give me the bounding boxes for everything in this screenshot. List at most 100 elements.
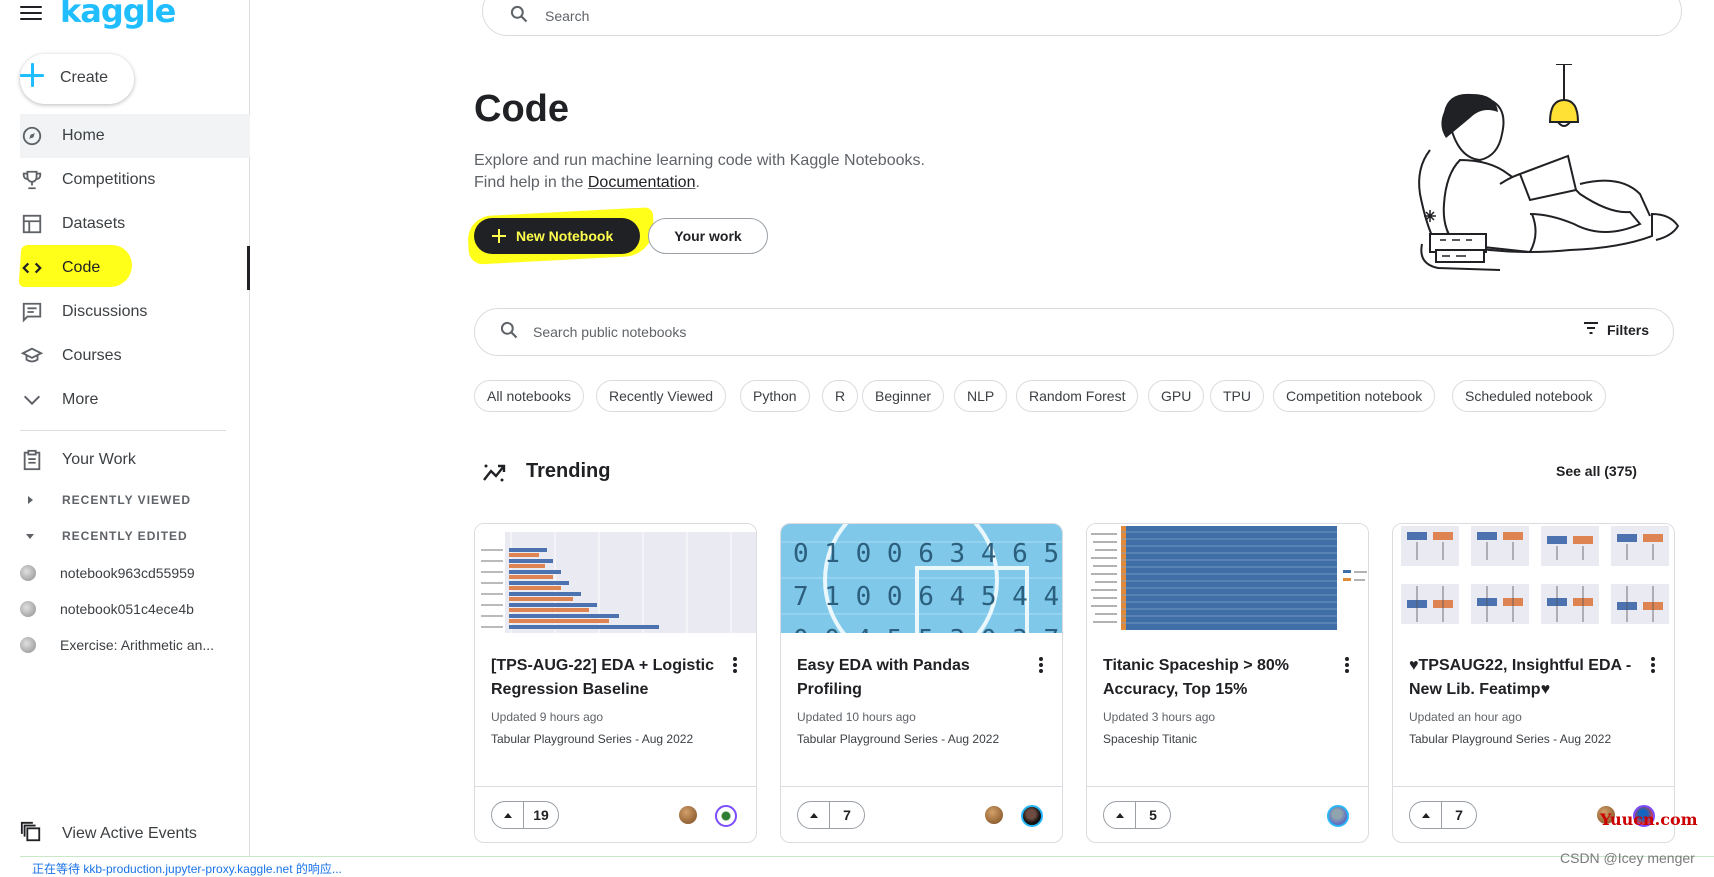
notebook-search-input[interactable]: Search public notebooks Filters (474, 308, 1674, 356)
notebook-title[interactable]: Easy EDA with Pandas Profiling (797, 654, 1027, 702)
stack-icon (20, 821, 42, 848)
description-suffix: . (695, 174, 700, 191)
notebook-updated: Updated 3 hours ago (1103, 710, 1216, 724)
description-line-2: Find help in the Documentation. (474, 172, 925, 194)
your-work-button[interactable]: Your work (648, 218, 768, 254)
comments-icon (20, 300, 44, 324)
vote-count: 19 (533, 807, 549, 823)
sidebar-item-your-work[interactable]: Your Work (20, 438, 250, 482)
recent-item-label: Exercise: Arithmetic an... (60, 637, 215, 653)
arrow-up-icon (798, 802, 830, 828)
sidebar-item-datasets[interactable]: Datasets (20, 202, 250, 246)
notebook-title[interactable]: [TPS-AUG-22] EDA + Logistic Regression B… (491, 654, 721, 702)
clipboard-icon (20, 448, 44, 472)
chip-all-notebooks[interactable]: All notebooks (474, 380, 585, 412)
notebook-thumbnail (475, 524, 756, 633)
upvote-button[interactable]: 5 (1103, 801, 1171, 829)
sidebar-item-label: Courses (62, 347, 122, 364)
vote-count: 7 (1455, 807, 1463, 823)
notebook-competition[interactable]: Tabular Playground Series - Aug 2022 (1409, 732, 1611, 746)
upvote-button[interactable]: 19 (491, 801, 559, 829)
notebook-card[interactable]: [TPS-AUG-22] EDA + Logistic Regression B… (474, 523, 757, 843)
plus-icon (492, 229, 506, 243)
notebook-title[interactable]: Titanic Spaceship > 80% Accuracy, Top 15… (1103, 654, 1333, 702)
kaggle-logo[interactable]: kaggle (60, 0, 176, 30)
sidebar: kaggle Create Home Competitions Datasets… (0, 0, 250, 877)
notebook-updated: Updated 10 hours ago (797, 710, 916, 724)
bronze-medal-icon (679, 806, 697, 824)
notebook-competition[interactable]: Tabular Playground Series - Aug 2022 (797, 732, 999, 746)
site-search-input[interactable]: Search (482, 0, 1682, 36)
trending-title: Trending (526, 460, 611, 482)
documentation-link[interactable]: Documentation (588, 174, 696, 191)
vote-count: 5 (1149, 807, 1157, 823)
notebook-card[interactable]: ♥TPSAUG22, Insightful EDA - New Lib. Fea… (1392, 523, 1675, 843)
sidebar-item-label: More (62, 391, 99, 408)
view-active-events-button[interactable]: View Active Events (20, 818, 197, 850)
chevron-down-icon (20, 388, 44, 412)
sidebar-item-competitions[interactable]: Competitions (20, 158, 250, 202)
chip-random-forest[interactable]: Random Forest (1016, 380, 1139, 412)
notebook-title[interactable]: ♥TPSAUG22, Insightful EDA - New Lib. Fea… (1409, 654, 1639, 702)
more-vert-icon[interactable] (1038, 656, 1044, 674)
chip-competition-notebook[interactable]: Competition notebook (1273, 380, 1436, 412)
chip-recently-viewed[interactable]: Recently Viewed (596, 380, 727, 412)
hamburger-menu-icon[interactable] (18, 2, 44, 24)
chip-nlp[interactable]: NLP (954, 380, 1008, 412)
chip-r[interactable]: R (822, 380, 859, 412)
sidebar-item-label: Discussions (62, 303, 148, 320)
sidebar-item-home[interactable]: Home (20, 114, 250, 158)
notebook-thumbnail (1087, 524, 1368, 633)
sidebar-item-label: Competitions (62, 171, 156, 188)
recently-viewed-toggle[interactable]: RECENTLY VIEWED (20, 488, 191, 512)
notebook-card[interactable]: Titanic Spaceship > 80% Accuracy, Top 15… (1086, 523, 1369, 843)
chip-python[interactable]: Python (740, 380, 810, 412)
create-label: Create (60, 69, 109, 86)
more-vert-icon[interactable] (732, 656, 738, 674)
chip-beginner[interactable]: Beginner (862, 380, 945, 412)
recent-item-label: notebook963cd55959 (60, 565, 195, 581)
author-avatar[interactable] (1021, 805, 1043, 827)
page-title: Code (474, 88, 569, 130)
more-vert-icon[interactable] (1650, 656, 1656, 674)
author-watermark: CSDN @Icey menger (1560, 850, 1695, 866)
thumb-digits-row-3: 0 0 4 5 5 3 0 3 7 (793, 625, 1059, 633)
chip-gpu[interactable]: GPU (1148, 380, 1205, 412)
arrow-up-icon (1410, 802, 1442, 828)
card-divider (1393, 786, 1674, 787)
upvote-button[interactable]: 7 (1409, 801, 1477, 829)
recent-item[interactable]: notebook051c4ece4b (20, 597, 194, 621)
new-notebook-button[interactable]: New Notebook (474, 218, 640, 254)
description-prefix: Find help in the (474, 174, 588, 191)
site-search-placeholder: Search (545, 8, 590, 24)
upvote-button[interactable]: 7 (797, 801, 865, 829)
sidebar-item-code[interactable]: Code (20, 246, 250, 290)
sidebar-item-courses[interactable]: Courses (20, 334, 250, 378)
notebook-competition[interactable]: Tabular Playground Series - Aug 2022 (491, 732, 693, 746)
filters-button[interactable]: Filters (1559, 321, 1649, 338)
recently-edited-toggle[interactable]: RECENTLY EDITED (20, 524, 188, 548)
chip-tpu[interactable]: TPU (1210, 380, 1264, 412)
sidebar-item-label: Code (62, 259, 101, 276)
arrow-up-icon (492, 802, 524, 828)
notebook-thumbnail (1393, 524, 1674, 633)
author-avatar[interactable] (1327, 805, 1349, 827)
sidebar-item-label: Home (62, 127, 105, 144)
notebook-card[interactable]: 0 1 0 0 6 3 4 6 5 7 1 0 0 6 4 5 4 4 0 0 … (780, 523, 1063, 843)
recent-item[interactable]: notebook963cd55959 (20, 561, 195, 585)
more-vert-icon[interactable] (1344, 656, 1350, 674)
browser-status-bar: 正在等待 kkb-production.jupyter-proxy.kaggle… (20, 856, 1714, 877)
site-watermark: Yuucn.com (1600, 810, 1698, 829)
card-divider (1087, 786, 1368, 787)
sidebar-item-more[interactable]: More (20, 378, 250, 422)
chip-scheduled-notebook[interactable]: Scheduled notebook (1452, 380, 1606, 412)
see-all-link[interactable]: See all (375) (1556, 463, 1637, 479)
recent-item[interactable]: Exercise: Arithmetic an... (20, 633, 214, 657)
sidebar-item-label: Datasets (62, 215, 126, 232)
notebook-competition[interactable]: Spaceship Titanic (1103, 732, 1197, 746)
search-icon (499, 320, 519, 345)
create-button[interactable]: Create (20, 54, 134, 104)
sidebar-item-discussions[interactable]: Discussions (20, 290, 250, 334)
author-avatar[interactable] (715, 805, 737, 827)
card-divider (781, 786, 1062, 787)
